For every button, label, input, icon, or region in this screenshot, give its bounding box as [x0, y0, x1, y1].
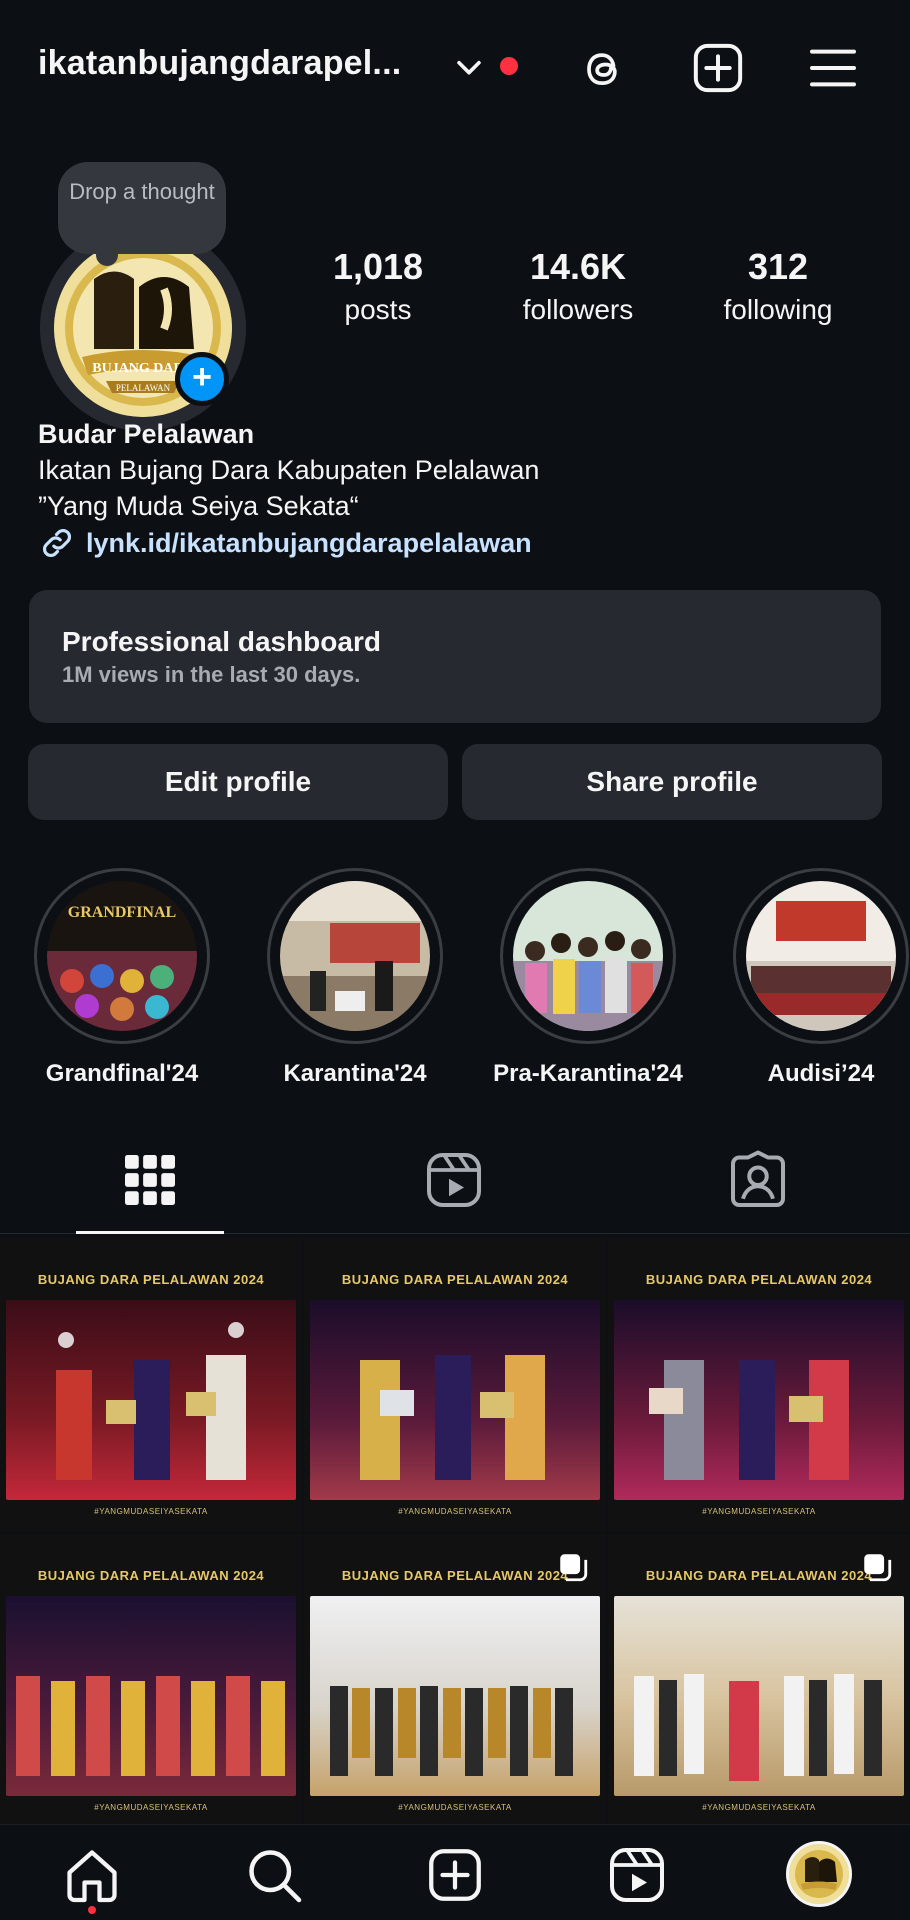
- post-tagline: #YANGMUDASEIYASEKATA: [702, 1803, 816, 1812]
- bio-link-text[interactable]: lynk.id/ikatanbujangdarapelalawan: [86, 525, 532, 561]
- stat-following-label: following: [723, 294, 833, 325]
- search-icon[interactable]: [244, 1845, 304, 1905]
- highlight-audisi[interactable]: Audisi’24: [726, 868, 910, 1088]
- post-image: [310, 1596, 600, 1796]
- post-tagline: #YANGMUDASEIYASEKATA: [398, 1507, 512, 1516]
- create-icon[interactable]: [425, 1845, 485, 1905]
- post-tagline: #YANGMUDASEIYASEKATA: [398, 1803, 512, 1812]
- stat-posts-value: 1,018: [332, 246, 424, 287]
- reels-tab-icon[interactable]: [424, 1150, 484, 1210]
- highlight-grandfinal[interactable]: GRANDFINAL Grandfinal'24: [27, 868, 217, 1088]
- bottom-nav: [0, 1824, 910, 1920]
- profile-bio: Budar Pelalawan Ikatan Bujang Dara Kabup…: [38, 416, 878, 562]
- top-bar: ikatanbujangdarapel...: [0, 0, 910, 130]
- post-image: [6, 1300, 296, 1500]
- highlight-cover-title: GRANDFINAL: [68, 904, 176, 921]
- highlight-karantina[interactable]: Karantina'24: [260, 868, 450, 1088]
- chevron-down-icon[interactable]: [452, 50, 486, 84]
- drop-thought-bubble[interactable]: Drop a thought: [58, 162, 226, 266]
- stat-posts-label: posts: [344, 294, 412, 325]
- professional-dashboard[interactable]: Professional dashboard 1M views in the l…: [29, 590, 881, 723]
- new-post-icon[interactable]: [690, 40, 746, 96]
- post-banner: BUJANG DARA PELALAWAN 2024: [645, 1272, 873, 1287]
- active-tab-underline: [76, 1231, 224, 1234]
- post-tagline: #YANGMUDASEIYASEKATA: [94, 1803, 208, 1812]
- highlight-cover: GRANDFINAL: [47, 881, 197, 1031]
- highlight-label: Audisi’24: [767, 1060, 875, 1087]
- profile-username[interactable]: ikatanbujangdarapel...: [38, 44, 401, 83]
- highlight-label: Karantina'24: [283, 1060, 427, 1087]
- post-thumbnail[interactable]: BUJANG DARA PELALAWAN 2024 #YANGMUDASEIY…: [304, 1534, 606, 1824]
- highlight-label: Pra-Karantina'24: [493, 1060, 683, 1087]
- stat-following[interactable]: 312 following: [678, 246, 878, 326]
- profile-avatar[interactable]: [786, 1841, 852, 1907]
- post-image: [310, 1300, 600, 1500]
- menu-icon[interactable]: [805, 40, 861, 96]
- highlight-ring: [500, 868, 676, 1044]
- stat-followers-label: followers: [522, 294, 634, 325]
- bio-line: ”Yang Muda Seiya Sekata“: [38, 491, 359, 521]
- post-image: [6, 1596, 296, 1796]
- highlight-label: Grandfinal'24: [45, 1060, 199, 1087]
- post-image: [614, 1300, 904, 1500]
- post-thumbnail[interactable]: BUJANG DARA PELALAWAN 2024 #YANGMUDASEIY…: [0, 1534, 302, 1824]
- tagged-icon[interactable]: [728, 1150, 788, 1210]
- stat-followers-value: 14.6K: [529, 246, 627, 287]
- highlight-cover: [513, 881, 663, 1031]
- stat-posts[interactable]: 1,018 posts: [278, 246, 478, 326]
- link-icon: [43, 529, 71, 557]
- highlight-ring: GRANDFINAL: [34, 868, 210, 1044]
- highlight-ring: [267, 868, 443, 1044]
- notification-dot: [500, 57, 518, 75]
- highlight-pra-karantina[interactable]: Pra-Karantina'24: [493, 868, 683, 1088]
- post-banner: BUJANG DARA PELALAWAN 2024: [37, 1568, 265, 1583]
- add-story-button[interactable]: +: [175, 352, 229, 406]
- grid-icon[interactable]: [120, 1150, 180, 1210]
- dashboard-subtitle: 1M views in the last 30 days.: [62, 662, 361, 687]
- post-tagline: #YANGMUDASEIYASEKATA: [94, 1507, 208, 1516]
- home-icon[interactable]: [62, 1845, 122, 1905]
- post-banner: BUJANG DARA PELALAWAN 2024: [37, 1272, 265, 1287]
- stat-following-value: 312: [747, 246, 809, 287]
- bio-link[interactable]: lynk.id/ikatanbujangdarapelalawan: [38, 524, 878, 562]
- threads-icon[interactable]: [575, 40, 631, 96]
- post-banner: BUJANG DARA PELALAWAN 2024: [341, 1272, 569, 1287]
- edit-profile-button[interactable]: Edit profile: [28, 744, 448, 820]
- highlight-cover: [280, 881, 430, 1031]
- post-thumbnail[interactable]: BUJANG DARA PELALAWAN 2024 #YANGMUDASEIY…: [0, 1238, 302, 1532]
- post-thumbnail[interactable]: BUJANG DARA PELALAWAN 2024 #YANGMUDASEIY…: [304, 1238, 606, 1532]
- profile-name: Budar Pelalawan: [38, 419, 255, 449]
- highlight-ring: [733, 868, 909, 1044]
- highlight-cover: [746, 881, 896, 1031]
- post-grid: BUJANG DARA PELALAWAN 2024 #YANGMUDASEIY…: [0, 1238, 910, 1824]
- post-image: [614, 1596, 904, 1796]
- dashboard-title: Professional dashboard: [62, 626, 381, 657]
- reels-icon[interactable]: [607, 1845, 667, 1905]
- post-thumbnail[interactable]: BUJANG DARA PELALAWAN 2024 #YANGMUDASEIY…: [608, 1238, 910, 1532]
- share-profile-button[interactable]: Share profile: [462, 744, 882, 820]
- bio-line: Ikatan Bujang Dara Kabupaten Pelalawan: [38, 455, 540, 485]
- carousel-icon: [864, 1554, 892, 1582]
- post-tagline: #YANGMUDASEIYASEKATA: [702, 1507, 816, 1516]
- carousel-icon: [560, 1554, 588, 1582]
- post-thumbnail[interactable]: BUJANG DARA PELALAWAN 2024 #YANGMUDASEIY…: [608, 1534, 910, 1824]
- stat-followers[interactable]: 14.6K followers: [478, 246, 678, 326]
- profile-tabs: [0, 1130, 910, 1234]
- avatar-subtext: PELALAWAN: [116, 383, 171, 393]
- home-notification-dot: [88, 1906, 96, 1914]
